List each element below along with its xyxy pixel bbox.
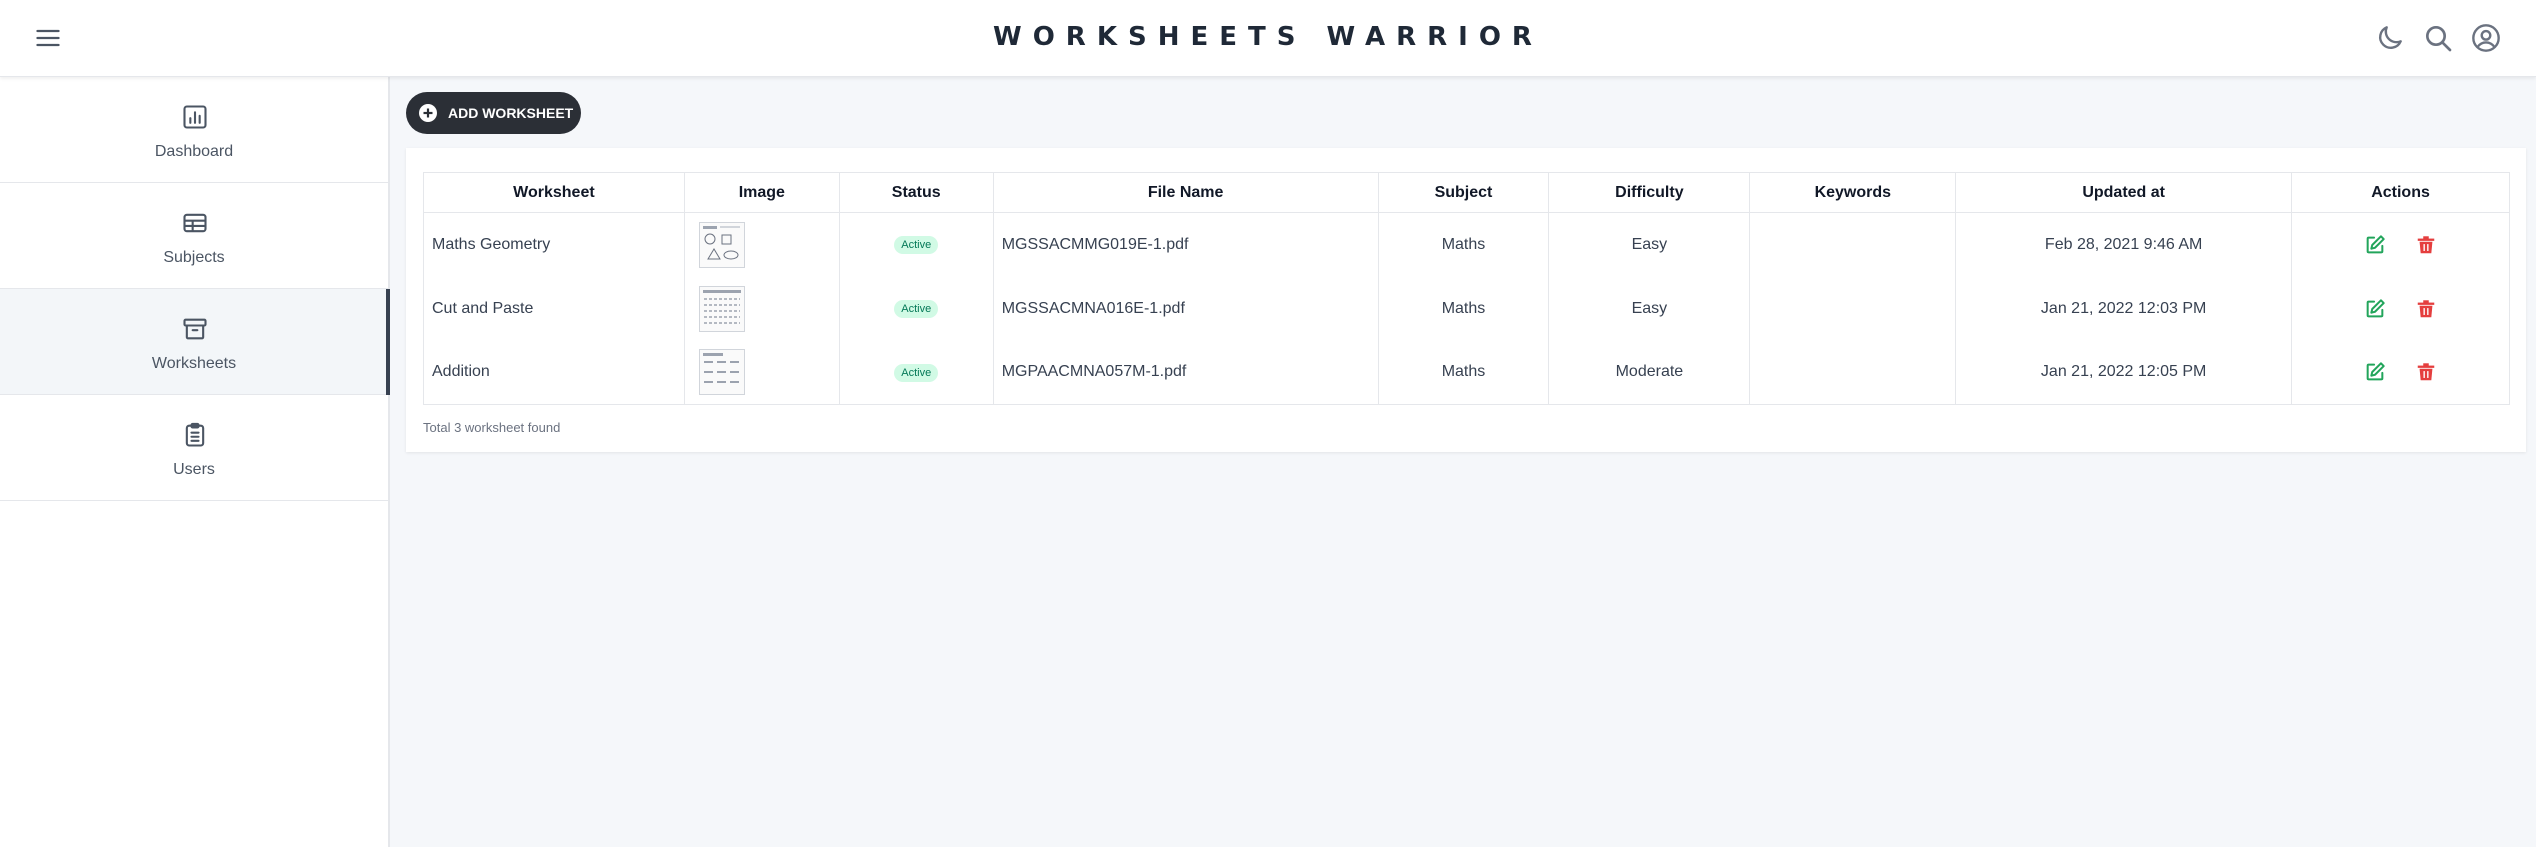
- worksheet-thumbnail[interactable]: [698, 285, 745, 332]
- column-header-difficulty[interactable]: Difficulty: [1548, 172, 1751, 213]
- status-badge: Active: [894, 363, 939, 382]
- difficulty: Easy: [1548, 212, 1751, 277]
- worksheet-thumbnail[interactable]: [698, 221, 745, 268]
- sidebar-item-label: Subjects: [163, 249, 225, 266]
- table-row: Cut and Paste Active MGSSACMNA016E-1.pdf…: [423, 276, 2510, 341]
- updated-at: Jan 21, 2022 12:03 PM: [1955, 276, 2293, 341]
- moon-icon[interactable]: [2374, 22, 2406, 54]
- status-cell: Active: [838, 276, 994, 341]
- column-header-file-name[interactable]: File Name: [992, 172, 1379, 213]
- worksheet-preview-image: [702, 289, 741, 324]
- sidebar-item-dashboard[interactable]: Dashboard: [0, 77, 388, 183]
- file-name: MGSSACMMG019E-1.pdf: [992, 212, 1379, 277]
- image-cell: [683, 276, 840, 341]
- archive-icon: [183, 318, 207, 340]
- app-title: WORKSHEETS WARRIOR: [993, 22, 1543, 52]
- sidebar-item-worksheets[interactable]: Worksheets: [0, 289, 390, 395]
- status-cell: Active: [838, 212, 994, 277]
- difficulty: Easy: [1548, 276, 1751, 341]
- add-worksheet-button[interactable]: ADD WORKSHEET: [406, 92, 582, 134]
- edit-icon[interactable]: [2364, 234, 2386, 256]
- subject: Maths: [1377, 276, 1550, 341]
- sidebar-item-subjects[interactable]: Subjects: [0, 183, 388, 289]
- image-cell: [683, 212, 840, 277]
- trash-icon[interactable]: [2415, 361, 2437, 383]
- difficulty: Moderate: [1548, 340, 1751, 405]
- table-row: Maths Geometry Active MGSSACMMG019E-1.pd…: [423, 212, 2510, 277]
- worksheet-preview-image: [702, 353, 739, 384]
- sidebar-item-label: Worksheets: [151, 355, 237, 372]
- column-header-subject[interactable]: Subject: [1377, 172, 1550, 213]
- file-name: MGPAACMNA057M-1.pdf: [992, 340, 1379, 405]
- updated-at: Feb 28, 2021 9:46 AM: [1955, 212, 2293, 277]
- status-badge: Active: [894, 236, 939, 255]
- worksheets-card: Worksheet Image Status File Name Subject…: [406, 148, 2526, 452]
- top-bar: WORKSHEETS WARRIOR: [0, 0, 2536, 77]
- image-cell: [683, 340, 840, 405]
- clipboard-icon: [185, 422, 205, 447]
- actions-cell: [2291, 276, 2510, 341]
- plus-circle-icon: [419, 104, 437, 122]
- worksheet-name: Cut and Paste: [423, 276, 685, 341]
- column-header-image[interactable]: Image: [683, 172, 840, 213]
- search-icon[interactable]: [2422, 22, 2454, 54]
- sidebar-item-users[interactable]: Users: [0, 395, 388, 501]
- file-name: MGSSACMNA016E-1.pdf: [992, 276, 1379, 341]
- subject: Maths: [1377, 212, 1550, 277]
- sidebar-item-label: Dashboard: [154, 143, 234, 160]
- keywords: [1749, 340, 1957, 405]
- sidebar-item-label: Users: [173, 461, 215, 478]
- status-badge: Active: [894, 300, 939, 318]
- column-header-updated-at[interactable]: Updated at: [1955, 172, 2293, 213]
- chart-icon: [183, 105, 207, 129]
- actions-cell: [2291, 340, 2510, 405]
- user-circle-icon[interactable]: [2470, 22, 2502, 54]
- status-cell: Active: [838, 340, 994, 405]
- worksheet-name: Addition: [423, 340, 685, 405]
- sidebar: Dashboard Subjects Worksheets Users: [0, 77, 390, 847]
- column-header-keywords[interactable]: Keywords: [1749, 172, 1957, 213]
- add-worksheet-label: ADD WORKSHEET: [448, 105, 574, 121]
- column-header-worksheet[interactable]: Worksheet: [423, 172, 685, 213]
- column-header-status[interactable]: Status: [838, 172, 994, 213]
- table-icon: [183, 213, 207, 233]
- table-row: Addition Active MGPAACMNA057M-1.pdf Math…: [423, 340, 2510, 405]
- trash-icon[interactable]: [2415, 234, 2437, 256]
- worksheet-preview-image: [702, 225, 740, 260]
- edit-icon[interactable]: [2364, 361, 2386, 383]
- actions-cell: [2291, 212, 2510, 277]
- trash-icon[interactable]: [2415, 298, 2437, 320]
- keywords: [1749, 276, 1957, 341]
- keywords: [1749, 212, 1957, 277]
- worksheets-table: Worksheet Image Status File Name Subject…: [423, 172, 2510, 405]
- updated-at: Jan 21, 2022 12:05 PM: [1955, 340, 2293, 405]
- total-count-text: Total 3 worksheet found: [423, 420, 561, 435]
- column-header-actions: Actions: [2291, 172, 2510, 213]
- table-header-row: Worksheet Image Status File Name Subject…: [423, 172, 2510, 213]
- subject: Maths: [1377, 340, 1550, 405]
- edit-icon[interactable]: [2364, 298, 2386, 320]
- worksheet-thumbnail[interactable]: [698, 349, 745, 396]
- worksheet-name: Maths Geometry: [423, 212, 685, 277]
